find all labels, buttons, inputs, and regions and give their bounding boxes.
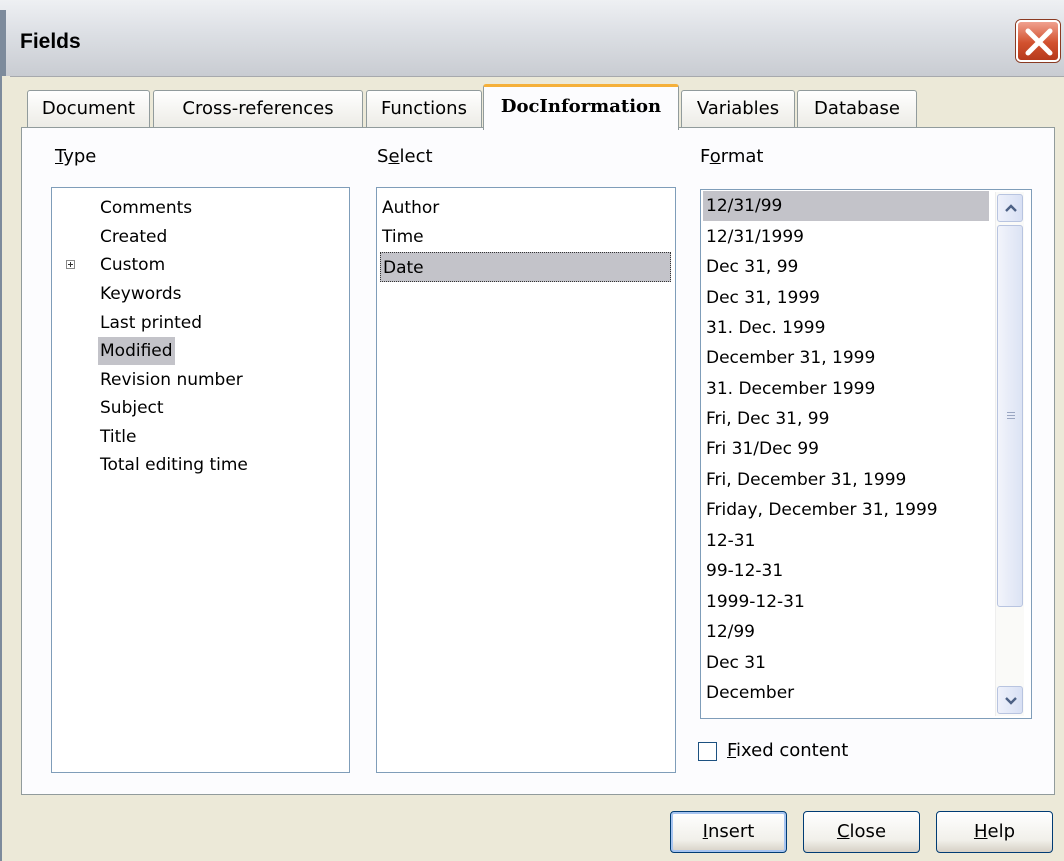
type-item-total-editing-time[interactable]: Total editing time [100,451,248,479]
type-item-last-printed[interactable]: Last printed [100,309,202,337]
format-item[interactable]: Fri 31/Dec 99 [703,434,989,464]
scroll-up-button[interactable] [997,194,1023,222]
close-window-button[interactable] [1016,20,1060,62]
format-item[interactable]: December [703,678,989,708]
window-frame-left [0,76,10,861]
help-button[interactable]: Help [936,811,1053,853]
chevron-down-icon [1005,697,1017,705]
type-item-comments[interactable]: Comments [100,194,192,222]
format-item[interactable]: 1999-12-31 [703,587,989,617]
format-item[interactable]: Fri, Dec 31, 99 [703,404,989,434]
type-item-revision-number[interactable]: Revision number [100,366,243,394]
insert-button[interactable]: Insert [670,811,787,853]
format-item[interactable]: Fri, December 31, 1999 [703,465,989,495]
select-list[interactable]: Author Time Date [376,187,676,773]
format-item[interactable]: 31. Dec. 1999 [703,313,989,343]
format-item[interactable]: Dec 31, 1999 [703,283,989,313]
type-item-created[interactable]: Created [100,223,167,251]
format-item[interactable]: 99-12-31 [703,556,989,586]
format-list[interactable]: 12/31/99 12/31/1999 Dec 31, 99 Dec 31, 1… [700,189,1032,719]
select-item-time[interactable]: Time [380,222,671,252]
select-label: Select [377,146,433,167]
tab-database[interactable]: Database [797,90,917,128]
type-item-title[interactable]: Title [100,423,136,451]
tab-variables[interactable]: Variables [681,90,795,128]
format-item[interactable]: December 31, 1999 [703,343,989,373]
scroll-thumb[interactable] [997,225,1023,607]
close-icon [1025,28,1053,56]
tab-functions[interactable]: Functions [366,90,482,128]
type-item-subject[interactable]: Subject [100,394,164,422]
window-frame-edge [0,10,6,76]
format-item[interactable]: Friday, December 31, 1999 [703,495,989,525]
select-item-date[interactable]: Date [380,252,671,282]
window-title: Fields [20,30,81,53]
format-item[interactable]: Dec 31 [703,648,989,678]
fixed-content-label[interactable]: Fixed content [727,740,848,761]
expand-icon[interactable] [66,260,75,269]
close-button[interactable]: Close [803,811,920,853]
format-item[interactable]: 31. December 1999 [703,374,989,404]
chevron-up-icon [1005,204,1017,212]
tab-docinformation[interactable]: DocInformation [483,84,679,130]
fixed-content-checkbox[interactable] [698,742,717,761]
format-item[interactable]: 12-31 [703,526,989,556]
tab-cross-references[interactable]: Cross-references [153,90,363,128]
format-label: Format [700,146,764,167]
format-item[interactable]: 12/31/99 [703,191,989,221]
format-scrollbar[interactable] [995,192,1024,716]
scroll-down-button[interactable] [997,686,1023,714]
type-item-modified[interactable]: Modified [98,337,175,365]
type-item-custom[interactable]: Custom [100,251,165,279]
select-item-author[interactable]: Author [380,193,671,223]
format-item[interactable]: 12/99 [703,617,989,647]
format-item[interactable]: 12/31/1999 [703,222,989,252]
format-item[interactable]: Dec 31, 99 [703,252,989,282]
type-item-keywords[interactable]: Keywords [100,280,181,308]
type-label: Type [55,146,97,167]
type-list[interactable]: Comments Created Custom Keywords Last pr… [51,187,350,773]
title-bar: Fields [0,0,1064,77]
tab-document[interactable]: Document [27,90,150,128]
